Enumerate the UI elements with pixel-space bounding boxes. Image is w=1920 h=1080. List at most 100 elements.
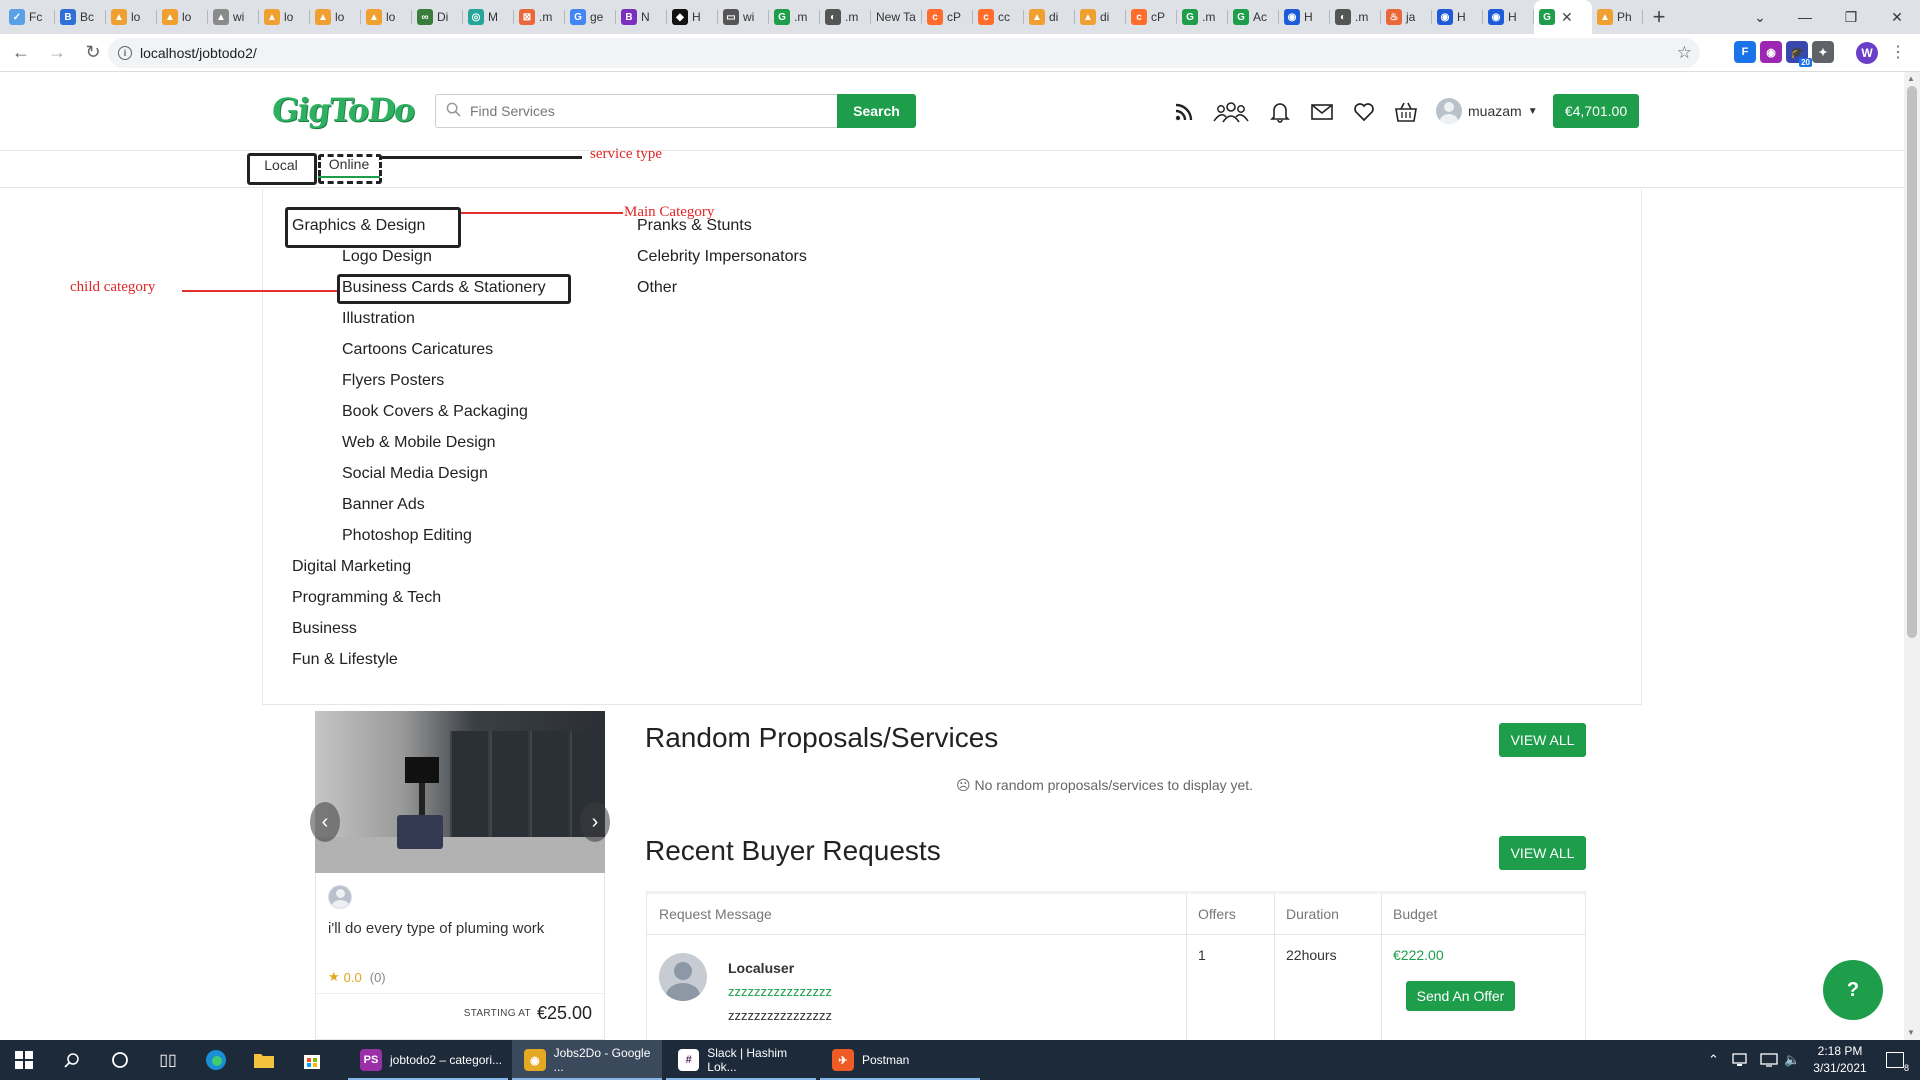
tab-close-icon[interactable]: ✕ (1561, 9, 1573, 26)
edge-icon[interactable] (192, 1040, 240, 1080)
display-icon[interactable] (1760, 1040, 1778, 1080)
scroll-down-icon[interactable]: ▼ (1907, 1028, 1915, 1037)
bookmark-star-icon[interactable]: ☆ (1677, 43, 1692, 63)
slider-next-icon[interactable]: › (580, 802, 610, 842)
browser-tab[interactable]: c cP (922, 0, 973, 34)
taskbar-app[interactable]: # Slack | Hashim Lok... (666, 1040, 816, 1080)
site-logo[interactable]: GigToDo (270, 91, 416, 129)
search-icon[interactable] (48, 1040, 96, 1080)
child-category-item[interactable]: Book Covers & Packaging (342, 403, 528, 421)
browser-tab[interactable]: ▭ wi (718, 0, 769, 34)
cap-extension-icon[interactable]: 🎓 20 (1786, 41, 1812, 67)
browser-tab[interactable]: ♨ ja (1381, 0, 1432, 34)
browser-tab[interactable]: G .m (769, 0, 820, 34)
browser-tab[interactable]: New Ta (871, 0, 922, 34)
browser-tab[interactable]: ▲ di (1024, 0, 1075, 34)
child-category-item[interactable]: Flyers Posters (342, 372, 444, 390)
community-icon[interactable] (1212, 100, 1250, 124)
window-close-icon[interactable]: ✕ (1874, 0, 1920, 34)
new-tab-button[interactable]: + (1643, 4, 1675, 30)
browser-tab[interactable]: ▲ lo (361, 0, 412, 34)
main-category-item[interactable]: Fun & Lifestyle (292, 651, 398, 669)
taskbar-app[interactable]: ✈ Postman (820, 1040, 980, 1080)
mail-icon[interactable] (1309, 100, 1335, 124)
browser-tab[interactable]: ▲ lo (310, 0, 361, 34)
column2-category-item[interactable]: Celebrity Impersonators (637, 248, 807, 266)
browser-tab[interactable]: ▲ lo (259, 0, 310, 34)
proposal-title[interactable]: i'll do every type of pluming work (328, 920, 544, 937)
site-info-icon[interactable]: i (118, 46, 132, 60)
browser-tab[interactable]: c cc (973, 0, 1024, 34)
proposal-card[interactable]: i'll do every type of pluming work ★ 0.0… (315, 873, 605, 1040)
browser-tab[interactable]: ◎ M (463, 0, 514, 34)
browser-tab[interactable]: BN (616, 0, 667, 34)
rss-icon[interactable] (1171, 100, 1197, 124)
maximize-icon[interactable]: ❐ (1828, 0, 1874, 34)
page-scrollbar[interactable]: ▲ ▼ (1904, 72, 1920, 1040)
browser-tab[interactable]: ∞ Di (412, 0, 463, 34)
fi-extension-icon[interactable]: F (1734, 41, 1756, 63)
browser-tab[interactable]: ◐ .m (1330, 0, 1381, 34)
balance-button[interactable]: €4,701.00 (1553, 94, 1639, 128)
taskbar-app[interactable]: ◉ Jobs2Do - Google ... (512, 1040, 662, 1080)
file-explorer-icon[interactable] (240, 1040, 288, 1080)
browser-tab[interactable]: ▲ Ph (1592, 0, 1643, 34)
main-category-item[interactable]: Digital Marketing (292, 558, 411, 576)
child-category-item[interactable]: Business Cards & Stationery (342, 279, 546, 297)
heart-icon[interactable] (1351, 100, 1377, 124)
basket-icon[interactable] (1393, 100, 1419, 124)
column2-category-item[interactable]: Pranks & Stunts (637, 217, 752, 235)
notifications-icon[interactable]: 8 (1886, 1040, 1909, 1080)
browser-tab[interactable]: ◉ H (1483, 0, 1534, 34)
child-category-item[interactable]: Cartoons Caricatures (342, 341, 493, 359)
browser-tab[interactable]: ▲ wi (208, 0, 259, 34)
child-category-item[interactable]: Social Media Design (342, 465, 488, 483)
cortana-icon[interactable] (96, 1040, 144, 1080)
main-category-item[interactable]: Business (292, 620, 357, 638)
reload-icon[interactable]: ↻ (78, 38, 108, 68)
browser-tab[interactable]: ⊠ .m (514, 0, 565, 34)
browser-tab[interactable]: ◐ .m (820, 0, 871, 34)
forward-icon[interactable]: → (42, 38, 72, 68)
browser-tab[interactable]: ▲ lo (157, 0, 208, 34)
child-category-item[interactable]: Photoshop Editing (342, 527, 472, 545)
browser-menu-icon[interactable]: ⋮ (1890, 42, 1906, 62)
browser-tab[interactable]: Gge (565, 0, 616, 34)
browser-tab[interactable]: c cP (1126, 0, 1177, 34)
browser-tab[interactable]: G Ac (1228, 0, 1279, 34)
column2-category-item[interactable]: Other (637, 279, 677, 297)
show-hidden-icons[interactable]: ⌃ (1708, 1040, 1719, 1080)
browser-tab[interactable]: B Bc (55, 0, 106, 34)
profile-avatar[interactable]: W (1856, 42, 1878, 64)
scroll-up-icon[interactable]: ▲ (1907, 74, 1915, 83)
request-title-link[interactable]: zzzzzzzzzzzzzzzz (728, 984, 832, 999)
browser-tab[interactable]: ◆ H (667, 0, 718, 34)
slider-prev-icon[interactable]: ‹ (310, 802, 340, 842)
random-view-all-button[interactable]: VIEW ALL (1499, 723, 1586, 757)
puzzle-extension-icon[interactable]: ✦ (1812, 41, 1834, 63)
minimize-icon[interactable]: — (1782, 0, 1828, 34)
browser-tab[interactable]: ◉ H (1432, 0, 1483, 34)
child-category-item[interactable]: Logo Design (342, 248, 432, 266)
browser-tab[interactable]: ▲ lo (106, 0, 157, 34)
task-view-icon[interactable]: ▯▯ (144, 1040, 192, 1080)
send-offer-button[interactable]: Send An Offer (1406, 981, 1515, 1011)
browser-tab[interactable]: ◉ H (1279, 0, 1330, 34)
child-category-item[interactable]: Banner Ads (342, 496, 425, 514)
browser-tab[interactable]: ▲ di (1075, 0, 1126, 34)
windows-start-icon[interactable] (0, 1040, 48, 1080)
network-icon[interactable] (1732, 1040, 1750, 1080)
browser-tab[interactable]: G .m (1177, 0, 1228, 34)
main-category-item[interactable]: Programming & Tech (292, 589, 441, 607)
requests-view-all-button[interactable]: VIEW ALL (1499, 836, 1586, 870)
tab-search-icon[interactable]: ⌄ (1737, 0, 1783, 34)
scrollbar-thumb[interactable] (1907, 86, 1917, 638)
child-category-item[interactable]: Web & Mobile Design (342, 434, 496, 452)
bell-icon[interactable] (1267, 100, 1293, 124)
color-extension-icon[interactable]: ◉ (1760, 41, 1782, 63)
child-category-item[interactable]: Illustration (342, 310, 415, 328)
back-icon[interactable]: ← (6, 38, 36, 68)
system-clock[interactable]: 2:18 PM 3/31/2021 (1798, 1043, 1882, 1077)
search-button[interactable]: Search (837, 94, 916, 128)
main-category-graphics-design[interactable]: Graphics & Design (292, 217, 425, 235)
